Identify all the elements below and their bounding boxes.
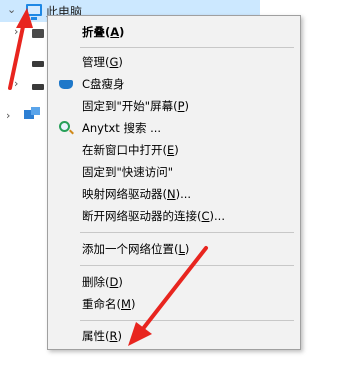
chevron-right-icon[interactable]: › <box>6 110 10 121</box>
menu-item-anytxt-search[interactable]: Anytxt 搜索 ... <box>50 117 298 139</box>
context-menu: 折叠(A) 管理(G) C盘瘦身 固定到"开始"屏幕(P) Anytxt 搜索 … <box>47 15 301 350</box>
menu-separator <box>80 47 294 48</box>
menu-item-label: 固定到"开始"屏幕 <box>82 99 174 113</box>
ellipsis: ... <box>214 209 225 223</box>
menu-item-rename[interactable]: 重命名(M) <box>50 293 298 315</box>
menu-item-label: 添加一个网络位置 <box>82 242 174 256</box>
accelerator-key: E <box>167 143 175 157</box>
computer-icon <box>26 4 42 20</box>
accelerator-key: R <box>109 329 118 343</box>
network-icon <box>24 107 40 121</box>
menu-item-label: 折叠 <box>82 25 105 39</box>
menu-item-label: 删除 <box>82 275 105 289</box>
menu-item-disconnect-network-drive[interactable]: 断开网络驱动器的连接(C)... <box>50 205 298 227</box>
menu-item-open-new-window[interactable]: 在新窗口中打开(E) <box>50 139 298 161</box>
chevron-down-icon[interactable]: ⌄ <box>7 4 16 15</box>
menu-item-label: 管理 <box>82 55 105 69</box>
drive-icon <box>32 61 44 67</box>
accelerator-key: D <box>109 275 119 289</box>
ellipsis: ... <box>180 187 192 201</box>
menu-separator <box>80 320 294 321</box>
chevron-right-icon[interactable]: › <box>14 78 18 89</box>
menu-item-manage[interactable]: 管理(G) <box>50 51 298 73</box>
menu-item-label: 固定到"快速访问" <box>82 165 174 179</box>
accelerator-key: M <box>121 297 131 311</box>
menu-item-label: 重命名 <box>82 297 117 311</box>
accelerator-key: L <box>178 242 185 256</box>
accelerator-key: G <box>109 55 119 69</box>
search-icon <box>59 121 70 132</box>
folder-icon <box>32 29 44 38</box>
menu-item-c-drive-cleanup[interactable]: C盘瘦身 <box>50 73 298 95</box>
drive-icon <box>32 84 44 90</box>
disk-icon <box>59 80 73 89</box>
menu-item-label: Anytxt 搜索 ... <box>82 121 162 135</box>
accelerator-key: N <box>167 187 176 201</box>
menu-item-delete[interactable]: 删除(D) <box>50 271 298 293</box>
menu-item-label: C盘瘦身 <box>82 77 125 91</box>
menu-item-label: 断开网络驱动器的连接 <box>82 209 197 223</box>
chevron-right-icon[interactable]: › <box>14 26 18 37</box>
menu-item-pin-quick-access[interactable]: 固定到"快速访问" <box>50 161 298 183</box>
menu-separator <box>80 232 294 233</box>
menu-separator <box>80 265 294 266</box>
menu-item-pin-to-start[interactable]: 固定到"开始"屏幕(P) <box>50 95 298 117</box>
accelerator-key: P <box>177 99 185 113</box>
menu-item-label: 在新窗口中打开 <box>82 143 163 157</box>
menu-item-map-network-drive[interactable]: 映射网络驱动器(N)... <box>50 183 298 205</box>
menu-item-collapse[interactable]: 折叠(A) <box>50 21 298 43</box>
menu-item-properties[interactable]: 属性(R) <box>50 325 298 347</box>
accelerator-key: A <box>110 25 120 39</box>
menu-item-label: 映射网络驱动器 <box>82 187 163 201</box>
accelerator-key: C <box>201 209 210 223</box>
menu-item-label: 属性 <box>82 329 105 343</box>
menu-item-add-network-location[interactable]: 添加一个网络位置(L) <box>50 238 298 260</box>
